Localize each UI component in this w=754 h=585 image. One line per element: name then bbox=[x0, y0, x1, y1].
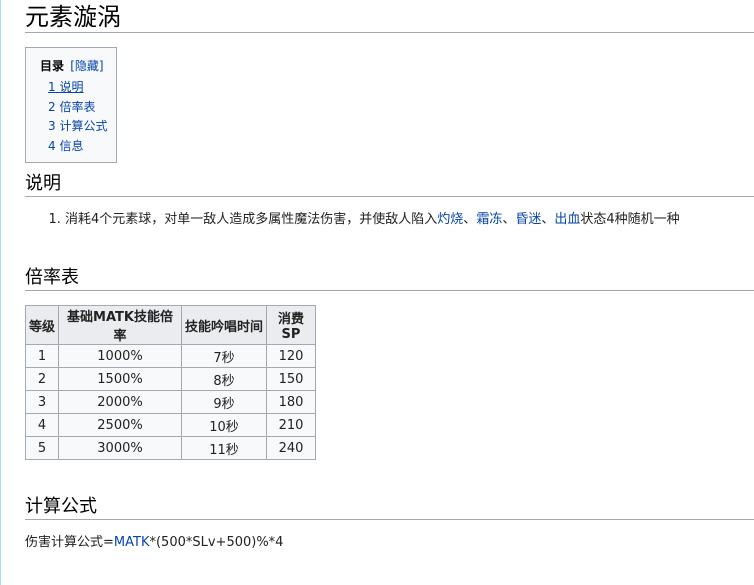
cell-sp-cost: 120 bbox=[266, 344, 316, 368]
toc-number: 1 bbox=[48, 80, 56, 94]
toc-number: 2 bbox=[48, 99, 56, 114]
toc-label: 倍率表 bbox=[59, 99, 96, 114]
cell-cast-time: 10秒 bbox=[181, 413, 267, 437]
status-link-bleed[interactable]: 出血 bbox=[554, 212, 580, 227]
cell-sp-cost: 150 bbox=[266, 367, 316, 391]
cell-level: 1 bbox=[25, 344, 59, 368]
cell-level: 5 bbox=[25, 436, 59, 460]
table-of-contents: 目录 [隐藏] 1 说明 2 倍率表 3 计算公式 4 信息 bbox=[25, 47, 117, 163]
separator: 、 bbox=[463, 212, 477, 227]
column-header-cast-time: 技能吟唱时间 bbox=[181, 305, 267, 345]
toc-toggle-link[interactable]: [隐藏] bbox=[70, 59, 103, 73]
cell-sp-cost: 180 bbox=[266, 390, 316, 414]
table-row: 2 1500% 8秒 150 bbox=[25, 367, 316, 391]
status-link-frost[interactable]: 霜冻 bbox=[476, 212, 502, 227]
cell-cast-time: 9秒 bbox=[181, 390, 267, 414]
separator: 、 bbox=[541, 212, 555, 227]
cell-matk-rate: 2000% bbox=[58, 390, 182, 414]
toc-item-rates[interactable]: 2 倍率表 bbox=[48, 98, 116, 118]
toc-number: 4 bbox=[48, 138, 56, 153]
left-border bbox=[0, 0, 1, 585]
table-header-row: 等级 基础MATK技能倍率 技能吟唱时间 消费SP bbox=[25, 305, 316, 345]
table-row: 5 3000% 11秒 240 bbox=[25, 436, 316, 460]
toc-header: 目录 [隐藏] bbox=[40, 56, 116, 76]
toc-label: 信息 bbox=[59, 138, 84, 153]
damage-formula: 伤害计算公式=MATK*(500*SLv+500)%*4 bbox=[25, 533, 283, 553]
toc-link-formula[interactable]: 3 计算公式 bbox=[48, 119, 107, 133]
table-row: 1 1000% 7秒 120 bbox=[25, 344, 316, 368]
cell-level: 2 bbox=[25, 367, 59, 391]
cell-level: 3 bbox=[25, 390, 59, 414]
cell-matk-rate: 1000% bbox=[58, 344, 182, 368]
cell-level: 4 bbox=[25, 413, 59, 437]
cell-cast-time: 8秒 bbox=[181, 367, 267, 391]
table-row: 3 2000% 9秒 180 bbox=[25, 390, 316, 414]
toc-label: 说明 bbox=[59, 80, 84, 94]
column-header-matk-rate: 基础MATK技能倍率 bbox=[58, 305, 182, 345]
cell-cast-time: 11秒 bbox=[181, 436, 267, 460]
formula-expression: *(500*SLv+500)%*4 bbox=[149, 535, 284, 550]
description-text: 消耗4个元素球，对单一敌人造成多属性魔法伤害，并使敌人陷入 bbox=[65, 212, 438, 227]
cell-cast-time: 7秒 bbox=[181, 344, 267, 368]
toc-link-rates[interactable]: 2 倍率表 bbox=[48, 100, 95, 114]
cell-sp-cost: 240 bbox=[266, 436, 316, 460]
toc-title: 目录 bbox=[40, 59, 65, 73]
toc-item-formula[interactable]: 3 计算公式 bbox=[48, 117, 116, 137]
separator: 、 bbox=[502, 212, 516, 227]
toc-list: 1 说明 2 倍率表 3 计算公式 4 信息 bbox=[40, 76, 116, 156]
section-heading-formula: 计算公式 bbox=[25, 496, 754, 520]
section-heading-rates: 倍率表 bbox=[25, 267, 754, 291]
cell-matk-rate: 3000% bbox=[58, 436, 182, 460]
status-link-stun[interactable]: 昏迷 bbox=[515, 212, 541, 227]
toc-item-description[interactable]: 1 说明 bbox=[48, 78, 116, 98]
toc-link-info[interactable]: 4 信息 bbox=[48, 139, 83, 153]
matk-link[interactable]: MATK bbox=[114, 535, 150, 550]
description-item: 消耗4个元素球，对单一敌人造成多属性魔法伤害，并使敌人陷入灼烧、霜冻、昏迷、出血… bbox=[65, 210, 680, 230]
cell-sp-cost: 210 bbox=[266, 413, 316, 437]
status-link-burn[interactable]: 灼烧 bbox=[437, 212, 463, 227]
description-text-end: 状态4种随机一种 bbox=[580, 212, 680, 227]
cell-matk-rate: 1500% bbox=[58, 367, 182, 391]
column-header-level: 等级 bbox=[25, 305, 59, 345]
formula-label: 伤害计算公式= bbox=[25, 535, 114, 550]
table-row: 4 2500% 10秒 210 bbox=[25, 413, 316, 437]
rates-table: 等级 基础MATK技能倍率 技能吟唱时间 消费SP 1 1000% 7秒 120… bbox=[25, 305, 316, 460]
toc-label: 计算公式 bbox=[59, 119, 108, 133]
page-title: 元素漩涡 bbox=[25, 2, 754, 33]
section-heading-description: 说明 bbox=[25, 173, 754, 197]
toc-link-description[interactable]: 1 说明 bbox=[48, 80, 83, 94]
toc-item-info[interactable]: 4 信息 bbox=[48, 137, 116, 157]
toc-number: 3 bbox=[48, 119, 56, 133]
description-list: 消耗4个元素球，对单一敌人造成多属性魔法伤害，并使敌人陷入灼烧、霜冻、昏迷、出血… bbox=[25, 210, 680, 230]
cell-matk-rate: 2500% bbox=[58, 413, 182, 437]
column-header-sp-cost: 消费SP bbox=[266, 305, 316, 345]
